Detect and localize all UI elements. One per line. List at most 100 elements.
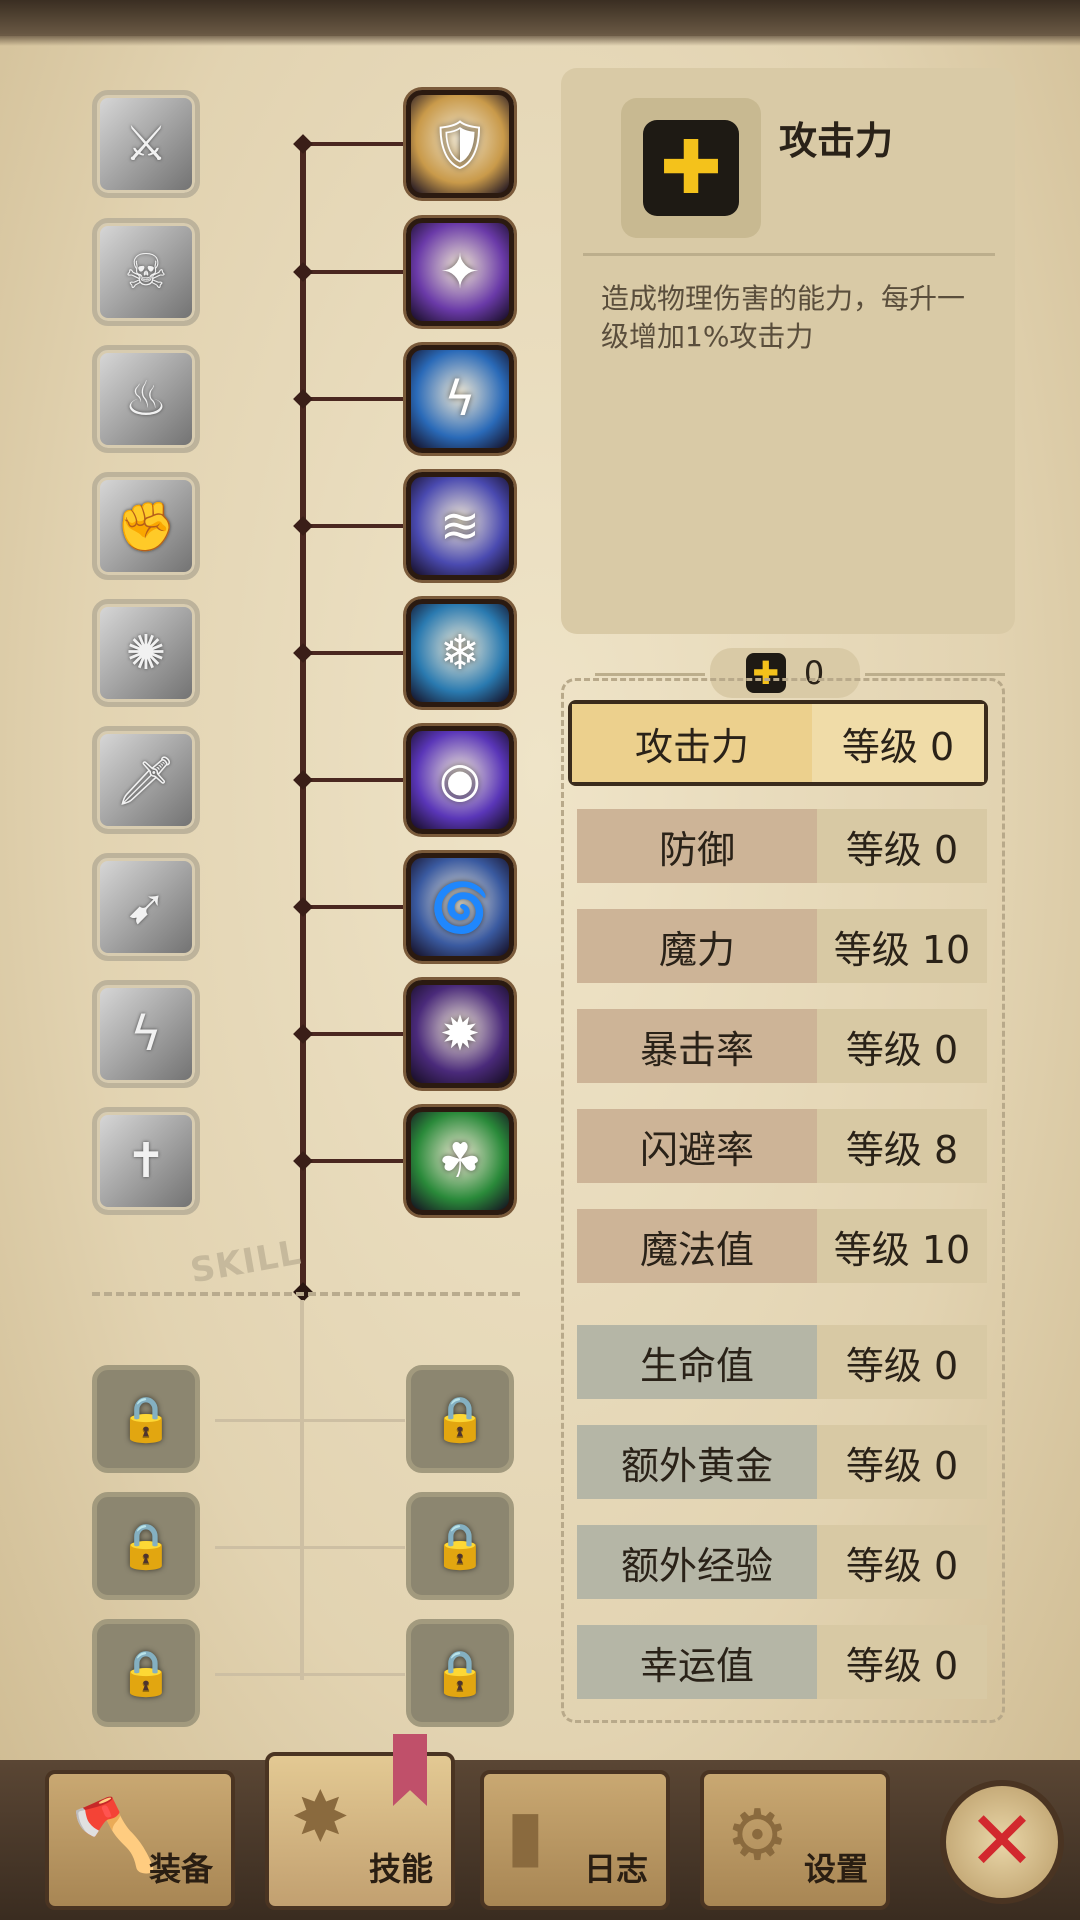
stat-level: 等级 8 (817, 1109, 987, 1183)
stat-level: 等级 0 (812, 704, 984, 782)
stat-row[interactable]: 幸运值 等级 0 (577, 1625, 987, 1699)
stat-label: 暴击率 (577, 1009, 817, 1083)
close-button[interactable]: ✕ (940, 1780, 1064, 1904)
skill-slot[interactable]: ϟ (406, 345, 514, 453)
stat-row[interactable]: 额外黄金 等级 0 (577, 1425, 987, 1499)
bone-kick-icon: ☠ (124, 244, 168, 300)
skill-slot[interactable]: ☘ (406, 1107, 514, 1215)
stat-row[interactable]: 生命值 等级 0 (577, 1325, 987, 1399)
tab-label: 日志 (583, 1850, 648, 1888)
flex-arm-icon: ✊ (116, 498, 176, 555)
skill-slot[interactable]: ⚔ (92, 90, 200, 198)
skill-slot[interactable]: ✊ (92, 472, 200, 580)
skill-detail-card: ✚ 攻击力 造成物理伤害的能力，每升一级增加1%攻击力 (561, 68, 1015, 634)
stat-row[interactable]: 防御 等级 0 (577, 809, 987, 883)
lock-icon: 🔒 (118, 1648, 174, 1699)
stat-row[interactable]: 暴击率 等级 0 (577, 1009, 987, 1083)
skill-slot[interactable]: ❄ (406, 599, 514, 707)
lock-icon: 🔒 (118, 1521, 174, 1572)
lock-icon: 🔒 (432, 1394, 488, 1445)
stat-label: 额外黄金 (577, 1425, 817, 1499)
plus-icon: ✚ (643, 120, 739, 216)
clover-spirit-icon: ☘ (438, 1133, 482, 1189)
stat-level: 等级 0 (817, 1325, 987, 1399)
skill-slot[interactable]: 🌀 (406, 853, 514, 961)
detail-title: 攻击力 (779, 119, 894, 163)
skill-slot[interactable]: ➹ (92, 853, 200, 961)
skill-slot[interactable]: 🔒 (406, 1365, 514, 1473)
dark-orb-icon: ✹ (439, 1006, 481, 1062)
detail-description: 造成物理伤害的能力，每升一级增加1%攻击力 (601, 282, 966, 353)
stat-row[interactable]: 魔力 等级 10 (577, 909, 987, 983)
points-divider-right (865, 673, 1005, 676)
skill-branch (303, 778, 406, 782)
skill-branch (303, 270, 406, 274)
stat-level: 等级 10 (817, 1209, 987, 1283)
wind-rush-icon: ≋ (439, 498, 481, 554)
stat-label: 生命值 (577, 1325, 817, 1399)
skill-tree-spine (300, 150, 306, 1295)
skill-branch (303, 651, 406, 655)
skill-slot[interactable]: ♨ (92, 345, 200, 453)
tab-equipment[interactable]: 🪓 装备 (45, 1770, 235, 1910)
spin-strike-icon: ✺ (125, 625, 167, 681)
dash-strike-icon: ➹ (125, 879, 167, 935)
stat-row[interactable]: 额外经验 等级 0 (577, 1525, 987, 1599)
lightning-storm-icon: ϟ (130, 1006, 162, 1062)
stat-label: 闪避率 (577, 1109, 817, 1183)
stat-label: 魔法值 (577, 1209, 817, 1283)
burst-icon: ✸ (291, 1776, 350, 1858)
top-frame (0, 0, 1080, 46)
stat-row[interactable]: 魔法值 等级 10 (577, 1209, 987, 1283)
skill-slot[interactable]: ✺ (92, 599, 200, 707)
tab-label: 技能 (368, 1850, 433, 1888)
fire-demon-icon: ♨ (124, 371, 168, 427)
tab-label: 装备 (148, 1850, 213, 1888)
lightning-figure-icon: ϟ (444, 371, 476, 427)
close-icon: ✕ (967, 1794, 1037, 1889)
stat-level: 等级 0 (817, 1625, 987, 1699)
skill-divider (92, 1292, 520, 1296)
blade-slash-icon: ⚔ (124, 116, 168, 172)
skill-slot[interactable]: ✹ (406, 980, 514, 1088)
skill-slot[interactable]: 🔒 (406, 1619, 514, 1727)
tab-settings[interactable]: ⚙ 设置 (700, 1770, 890, 1910)
skill-slot[interactable]: ≋ (406, 472, 514, 580)
stat-level: 等级 0 (817, 1009, 987, 1083)
lock-icon: 🔒 (118, 1394, 174, 1445)
points-divider-left (595, 673, 705, 676)
tab-log[interactable]: ▮ 日志 (480, 1770, 670, 1910)
skill-branch (303, 142, 406, 146)
skill-slot[interactable]: 🔒 (92, 1492, 200, 1600)
skill-slot[interactable]: 🔒 (92, 1365, 200, 1473)
skill-slot[interactable]: 🛡 (406, 90, 514, 198)
stat-level: 等级 10 (817, 909, 987, 983)
lock-icon: 🔒 (432, 1648, 488, 1699)
locked-branch (215, 1546, 405, 1549)
skill-slot[interactable]: ◉ (406, 726, 514, 834)
stat-row[interactable]: 攻击力 等级 0 (568, 700, 988, 786)
void-eye-icon: ◉ (439, 752, 481, 808)
skill-slot[interactable]: 🗡 (92, 726, 200, 834)
skill-branch (303, 1159, 406, 1163)
lock-icon: 🔒 (432, 1521, 488, 1572)
skill-slot[interactable]: ☠ (92, 218, 200, 326)
stat-label: 魔力 (577, 909, 817, 983)
stat-label: 幸运值 (577, 1625, 817, 1699)
skill-slot[interactable]: ✝ (92, 1107, 200, 1215)
tab-label: 设置 (803, 1850, 868, 1888)
shadow-punch-icon: ✦ (439, 244, 481, 300)
skill-slot[interactable]: 🔒 (92, 1619, 200, 1727)
skill-branch (303, 397, 406, 401)
axe-icon: 🪓 (71, 1794, 159, 1876)
stat-level: 等级 0 (817, 1425, 987, 1499)
ice-burst-icon: ❄ (439, 625, 481, 681)
skill-slot[interactable]: ✦ (406, 218, 514, 326)
skill-slot[interactable]: ϟ (92, 980, 200, 1088)
skill-slot[interactable]: 🔒 (406, 1492, 514, 1600)
stat-level: 等级 0 (817, 1525, 987, 1599)
detail-divider (583, 253, 995, 256)
skill-branch (303, 1032, 406, 1036)
stat-row[interactable]: 闪避率 等级 8 (577, 1109, 987, 1183)
skill-branch (303, 905, 406, 909)
